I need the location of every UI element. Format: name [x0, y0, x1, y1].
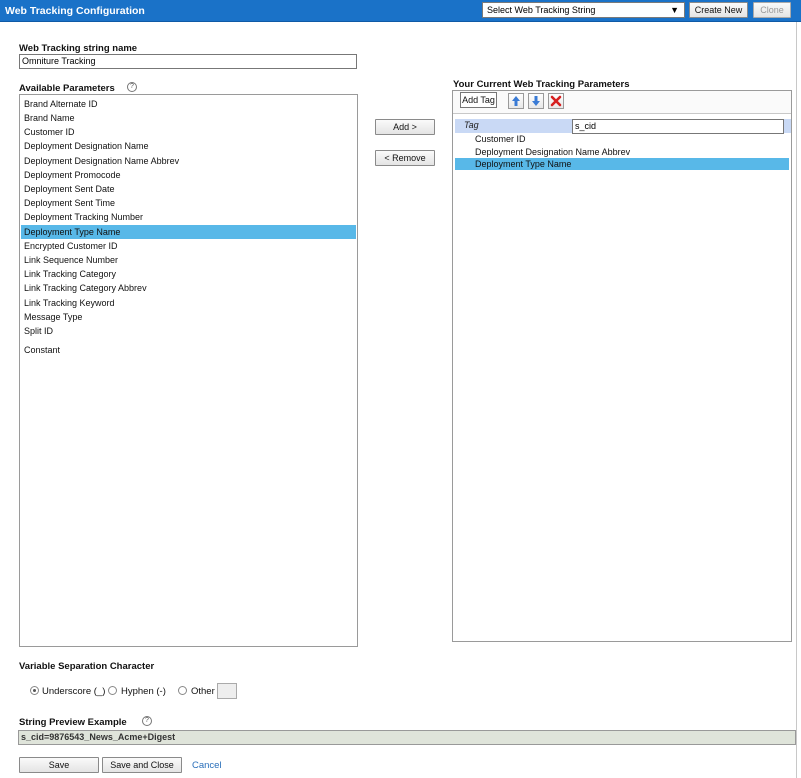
underscore-label: Underscore (_) — [42, 686, 106, 697]
list-item[interactable]: Split ID — [21, 324, 356, 338]
move-down-button[interactable] — [528, 93, 544, 109]
preview-label: String Preview Example — [19, 717, 127, 728]
current-toolbar — [453, 91, 791, 114]
dropdown-arrow-icon: ▼ — [670, 5, 679, 15]
tag-label: Tag — [464, 120, 479, 130]
title-bar: Web Tracking Configuration Select Web Tr… — [0, 0, 801, 22]
other-character-input[interactable] — [217, 683, 237, 699]
help-icon[interactable]: ? — [127, 82, 137, 92]
delete-button[interactable] — [548, 93, 564, 109]
list-item[interactable]: Constant — [21, 343, 356, 357]
help-icon[interactable]: ? — [142, 716, 152, 726]
arrow-down-icon — [532, 96, 540, 106]
tag-value-input[interactable]: s_cid — [572, 119, 784, 134]
list-item[interactable]: Link Tracking Keyword — [21, 296, 356, 310]
list-item[interactable]: Deployment Sent Date — [21, 182, 356, 196]
remove-button[interactable]: < Remove — [375, 150, 435, 166]
hyphen-radio[interactable] — [108, 686, 117, 695]
available-parameters-list[interactable]: Brand Alternate ID Brand Name Customer ID D… — [19, 94, 358, 647]
clone-button[interactable]: Clone — [753, 2, 791, 18]
create-new-button[interactable]: Create New — [689, 2, 748, 18]
save-and-close-button[interactable]: Save and Close — [102, 757, 182, 773]
list-item[interactable]: Brand Alternate ID — [21, 97, 356, 111]
current-parameters-label: Your Current Web Tracking Parameters — [453, 79, 630, 90]
list-item[interactable]: Customer ID — [455, 133, 789, 145]
add-tag-button[interactable]: Add Tag — [460, 92, 497, 108]
hyphen-label: Hyphen (-) — [121, 686, 166, 697]
list-item[interactable]: Brand Name — [21, 111, 356, 125]
list-item[interactable]: Deployment Tracking Number — [21, 210, 356, 224]
list-item[interactable]: Encrypted Customer ID — [21, 239, 356, 253]
delete-x-icon — [550, 95, 562, 107]
other-label: Other — [191, 686, 215, 697]
list-item[interactable]: Deployment Designation Name Abbrev — [455, 146, 789, 158]
string-name-input[interactable]: Omniture Tracking — [19, 54, 357, 69]
select-value: Select Web Tracking String — [487, 5, 596, 15]
list-item[interactable]: Link Tracking Category Abbrev — [21, 281, 356, 295]
list-item[interactable]: Deployment Designation Name — [21, 139, 356, 153]
save-button[interactable]: Save — [19, 757, 99, 773]
underscore-radio[interactable] — [30, 686, 39, 695]
current-parameters-panel: Add Tag Tag s_cid Customer ID Deployment … — [452, 90, 792, 642]
arrow-up-icon — [512, 96, 520, 106]
list-item[interactable]: Link Sequence Number — [21, 253, 356, 267]
list-item[interactable]: Deployment Designation Name Abbrev — [21, 154, 356, 168]
string-preview: s_cid=9876543_News_Acme+Digest — [18, 730, 796, 745]
list-item[interactable]: Customer ID — [21, 125, 356, 139]
move-up-button[interactable] — [508, 93, 524, 109]
string-name-label: Web Tracking string name — [19, 43, 138, 54]
cancel-link[interactable]: Cancel — [192, 760, 222, 771]
list-item[interactable]: Deployment Type Name — [455, 158, 789, 170]
list-item[interactable]: Link Tracking Category — [21, 267, 356, 281]
separator-label: Variable Separation Character — [19, 661, 155, 672]
available-parameters-label: Available Parameters — [19, 83, 115, 94]
web-tracking-string-select[interactable]: Select Web Tracking String ▼ — [482, 2, 685, 18]
other-radio[interactable] — [178, 686, 187, 695]
list-item[interactable]: Deployment Promocode — [21, 168, 356, 182]
list-item[interactable]: Deployment Type Name — [21, 225, 356, 239]
page-title: Web Tracking Configuration — [5, 5, 145, 17]
list-item[interactable]: Deployment Sent Time — [21, 196, 356, 210]
scrollbar-edge — [796, 22, 801, 778]
list-item[interactable]: Message Type — [21, 310, 356, 324]
tag-row[interactable]: Tag s_cid — [455, 119, 791, 134]
add-button[interactable]: Add > — [375, 119, 435, 135]
